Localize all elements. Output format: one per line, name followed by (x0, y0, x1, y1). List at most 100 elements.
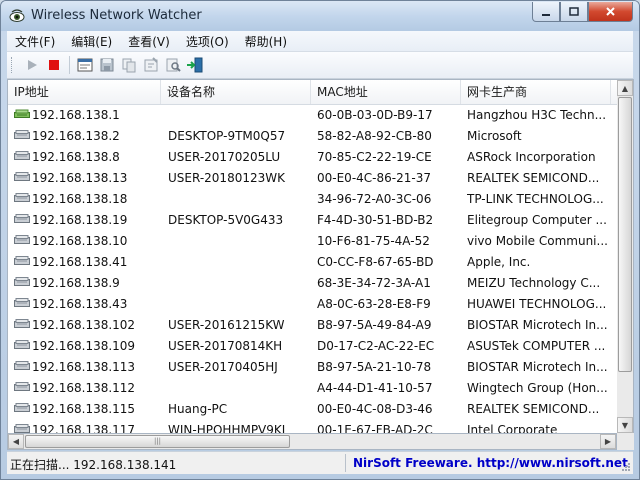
table-row[interactable]: 192.168.138.41 C0-CC-F8-67-65-BD Apple, In… (8, 252, 618, 273)
cell-mac: 60-0B-03-0D-B9-17 (317, 108, 433, 122)
horizontal-scroll-thumb[interactable]: ||| (25, 435, 290, 448)
table-row[interactable]: 192.168.138.1 60-0B-03-0D-B9-17 Hangzhou H… (8, 105, 618, 126)
column-header-device-name[interactable]: 设备名称 (161, 80, 311, 104)
cell-mac: 58-82-A8-92-CB-80 (317, 129, 432, 143)
cell-mac: A8-0C-63-28-E8-F9 (317, 297, 431, 311)
scan-status-text: 正在扫描... 192.168.138.141 (10, 458, 177, 472)
table-row[interactable]: 192.168.138.13 USER-20180123WK 00-E0-4C-86… (8, 168, 618, 189)
ip-address: 192.168.138.109 (32, 339, 136, 353)
menu-help[interactable]: 帮助(H) (237, 33, 295, 50)
cell-mac: B8-97-5A-49-84-A9 (317, 318, 432, 332)
scroll-right-button[interactable]: ▶ (600, 434, 616, 449)
cell-device-name (166, 378, 314, 399)
ip-address: 192.168.138.112 (32, 381, 136, 395)
wireless-eye-icon (9, 9, 25, 22)
cell-vendor: ASUSTek COMPUTER ... (467, 339, 606, 353)
minimize-button[interactable] (532, 2, 560, 22)
ip-address: 192.168.138.13 (32, 171, 128, 185)
ip-address: 192.168.138.10 (32, 234, 128, 248)
menu-options[interactable]: 选项(O) (178, 33, 237, 50)
cell-ip: 192.168.138.2 (14, 126, 164, 147)
network-card-icon (14, 399, 30, 420)
cell-device-name: USER-20170205LU (168, 150, 281, 164)
cell-ip: 192.168.138.43 (14, 294, 164, 315)
title-bar[interactable]: Wireless Network Watcher (1, 1, 639, 31)
table-row[interactable]: 192.168.138.9 68-3E-34-72-3A-A1 MEIZU Tech… (8, 273, 618, 294)
cell-mac: A4-44-D1-41-10-57 (317, 381, 433, 395)
properties-button[interactable] (140, 54, 162, 76)
maximize-icon (569, 6, 579, 16)
network-card-icon (14, 189, 30, 210)
scroll-up-button[interactable]: ▲ (617, 80, 633, 96)
cell-device-name: USER-20170814KH (168, 339, 283, 353)
cell-ip: 192.168.138.8 (14, 147, 164, 168)
stop-icon (49, 60, 59, 70)
cell-vendor: Microsoft (467, 129, 522, 143)
scrollbar-corner (617, 433, 634, 450)
table-row[interactable]: 192.168.138.112 A4-44-D1-41-10-57 Wingtech… (8, 378, 618, 399)
menu-file[interactable]: 文件(F) (7, 33, 63, 50)
cell-ip: 192.168.138.10 (14, 231, 164, 252)
resize-grip-icon[interactable] (621, 462, 631, 472)
ip-address: 192.168.138.43 (32, 297, 128, 311)
table-row[interactable]: 192.168.138.2 DESKTOP-9TM0Q57 58-82-A8-92-… (8, 126, 618, 147)
window-title: Wireless Network Watcher (31, 8, 202, 23)
network-card-icon (14, 294, 30, 315)
menu-edit[interactable]: 编辑(E) (63, 33, 120, 50)
cell-vendor: TP-LINK TECHNOLOG... (467, 192, 604, 206)
table-row[interactable]: 192.168.138.115 Huang-PC 00-E0-4C-08-D3-46… (8, 399, 618, 420)
close-icon (606, 7, 615, 16)
cell-vendor: Hangzhou H3C Techn... (467, 108, 607, 122)
advanced-options-button[interactable] (74, 54, 96, 76)
cell-ip: 192.168.138.18 (14, 189, 164, 210)
maximize-button[interactable] (560, 2, 588, 22)
start-scan-button[interactable] (21, 54, 43, 76)
network-card-icon (14, 126, 30, 147)
table-row[interactable]: 192.168.138.18 34-96-72-A0-3C-06 TP-LINK T… (8, 189, 618, 210)
cell-vendor: ASRock Incorporation (467, 150, 596, 164)
menu-view[interactable]: 查看(V) (120, 33, 178, 50)
vertical-scrollbar[interactable]: ▲ ▼ (617, 79, 634, 434)
stop-scan-button[interactable] (43, 54, 65, 76)
options-window-icon (77, 58, 93, 72)
copy-button[interactable] (118, 54, 140, 76)
cell-ip: 192.168.138.19 (14, 210, 164, 231)
scroll-down-button[interactable]: ▼ (617, 417, 633, 433)
table-row[interactable]: 192.168.138.113 USER-20170405HJ B8-97-5A-2… (8, 357, 618, 378)
scroll-left-button[interactable]: ◀ (8, 434, 24, 449)
table-row[interactable]: 192.168.138.8 USER-20170205LU 70-85-C2-22-… (8, 147, 618, 168)
table-row[interactable]: 192.168.138.109 USER-20170814KH D0-17-C2-A… (8, 336, 618, 357)
exit-button[interactable] (184, 54, 206, 76)
cell-device-name (166, 189, 314, 210)
cell-ip: 192.168.138.109 (14, 336, 164, 357)
table-row[interactable]: 192.168.138.10 10-F6-81-75-4A-52 vivo Mobi… (8, 231, 618, 252)
find-button[interactable] (162, 54, 184, 76)
ip-address: 192.168.138.18 (32, 192, 128, 206)
cell-vendor: MEIZU Technology C... (467, 276, 601, 290)
save-button[interactable] (96, 54, 118, 76)
table-row[interactable]: 192.168.138.19 DESKTOP-5V0G433 F4-4D-30-51… (8, 210, 618, 231)
close-button[interactable] (588, 2, 633, 22)
column-header-vendor[interactable]: 网卡生产商 (461, 80, 611, 104)
cell-mac: F4-4D-30-51-BD-B2 (317, 213, 434, 227)
cell-ip: 192.168.138.41 (14, 252, 164, 273)
table-row[interactable]: 192.168.138.43 A8-0C-63-28-E8-F9 HUAWEI TE… (8, 294, 618, 315)
network-card-icon (14, 252, 30, 273)
network-card-icon (14, 336, 30, 357)
cell-device-name: DESKTOP-9TM0Q57 (168, 129, 286, 143)
cell-ip: 192.168.138.102 (14, 315, 164, 336)
cell-mac: 34-96-72-A0-3C-06 (317, 192, 432, 206)
network-card-icon (14, 378, 30, 399)
cell-ip: 192.168.138.9 (14, 273, 164, 294)
vertical-scroll-thumb[interactable] (618, 97, 632, 372)
table-row[interactable]: 192.168.138.102 USER-20161215KW B8-97-5A-4… (8, 315, 618, 336)
horizontal-scrollbar[interactable]: ◀ ||| ▶ (7, 433, 617, 450)
status-bar: 正在扫描... 192.168.138.141 NirSoft Freeware… (7, 451, 633, 474)
column-header-mac[interactable]: MAC地址 (311, 80, 461, 104)
cell-mac: 10-F6-81-75-4A-52 (317, 234, 430, 248)
nirsoft-link[interactable]: NirSoft Freeware. http://www.nirsoft.net (353, 456, 628, 470)
cell-device-name: USER-20161215KW (168, 318, 285, 332)
network-card-icon (14, 210, 30, 231)
cell-device-name: USER-20180123WK (168, 171, 285, 185)
column-header-ip[interactable]: IP地址 (8, 80, 161, 104)
